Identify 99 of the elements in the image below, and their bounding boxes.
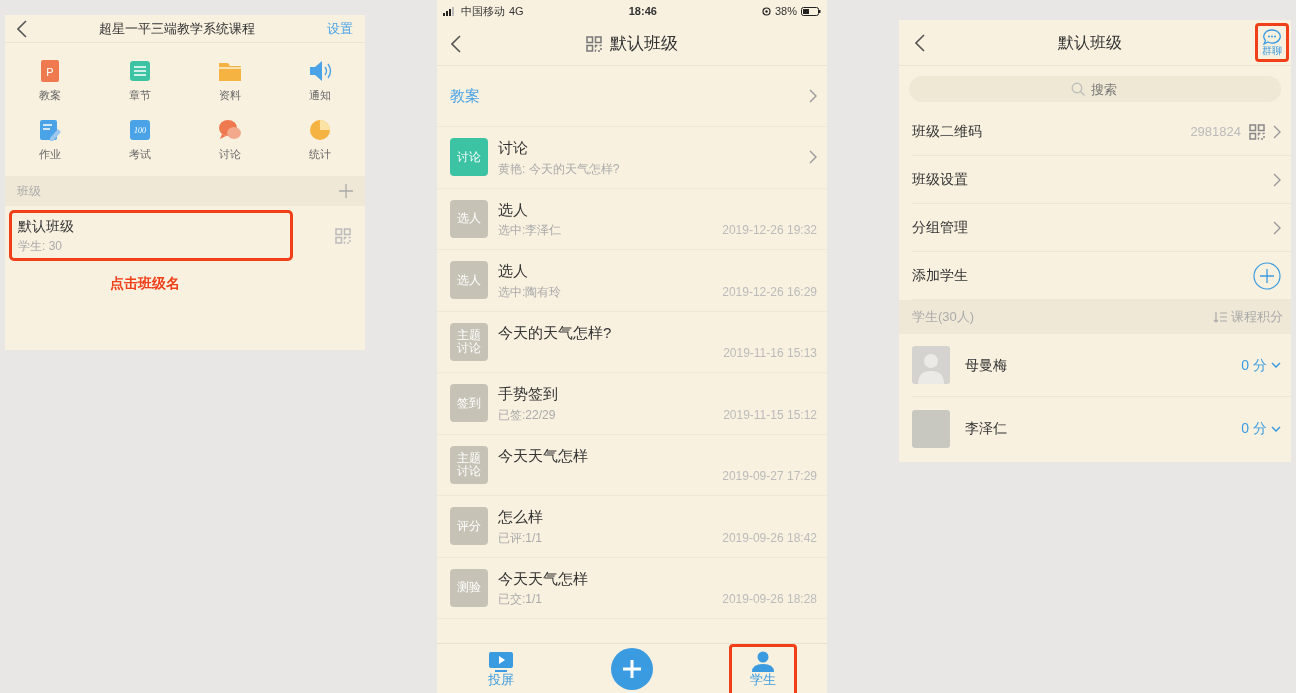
activity-type-label: 讨论 — [450, 138, 488, 177]
search-icon — [1071, 82, 1085, 96]
activity-detail: 黄艳: 今天的天气怎样? — [498, 160, 620, 178]
chevron-icon — [1273, 172, 1281, 187]
student-row[interactable]: 李泽仁 0 分 — [912, 397, 1291, 460]
caret-icon — [1271, 362, 1281, 368]
row-label: 分组管理 — [912, 218, 968, 237]
chevron-icon — [1273, 220, 1281, 235]
chevron-icon — [809, 89, 817, 103]
section-title: 班级 — [17, 183, 41, 200]
activity-type-label: 评分 — [450, 507, 488, 546]
activity-title: 今天的天气怎样? — [498, 322, 613, 343]
signal-icon — [443, 6, 457, 16]
activity-detail: 选中:陶有玲 — [498, 283, 562, 301]
settings-row[interactable]: 班级二维码 2981824 — [912, 108, 1291, 156]
activity-time: 2019-12-26 19:32 — [722, 222, 817, 239]
activity-time: 2019-11-16 15:13 — [723, 345, 817, 362]
activity-detail: 已签:22/29 — [498, 406, 556, 424]
screen-title: 默认班级 — [610, 32, 678, 55]
add-button[interactable] — [611, 647, 653, 690]
activity-time: 2019-12-26 16:29 — [722, 283, 817, 301]
activity-time: 2019-11-15 15:12 — [723, 406, 817, 424]
slides-icon: P — [38, 59, 62, 83]
screen-title: 默认班级 — [1058, 32, 1122, 53]
activity-title: 今天天气怎样 — [498, 568, 589, 589]
qr-code-icon — [586, 35, 602, 52]
activity-type-label: 选人 — [450, 199, 488, 238]
tool-button[interactable]: 作业 — [5, 117, 95, 162]
back-icon[interactable] — [17, 19, 27, 38]
activity-title: 选人 — [498, 261, 529, 281]
activity-type-label: 主题讨论 — [450, 445, 488, 484]
student-name: 母曼梅 — [965, 355, 1007, 375]
activity-row[interactable]: 选人 选人 选中:李泽仁 2019-12-26 19:32 — [437, 188, 827, 250]
tool-button[interactable]: 100 考试 — [95, 117, 185, 162]
qr-code-icon — [1249, 123, 1265, 140]
tool-button[interactable]: 章节 — [95, 59, 185, 104]
activity-type-label: 选人 — [450, 261, 488, 300]
chat-bubble-icon — [1263, 29, 1281, 45]
status-time: 18:46 — [628, 3, 657, 19]
activity-row[interactable]: 评分 怎么样 已评:1/1 2019-09-26 18:42 — [437, 496, 827, 558]
tool-button[interactable]: 通知 — [275, 59, 365, 104]
activity-type-label: 签到 — [450, 384, 488, 423]
tool-button[interactable]: 资料 — [185, 59, 275, 104]
class-item[interactable]: 默认班级 学生: 30 — [9, 210, 293, 261]
section-title: 学生(30人) — [912, 308, 975, 327]
student-name: 李泽仁 — [965, 419, 1007, 438]
activity-time: 2019-09-26 18:28 — [722, 591, 817, 608]
tool-button[interactable]: P 教案 — [5, 59, 95, 104]
battery-percent: 38% — [774, 3, 797, 19]
class-code: 2981824 — [1190, 122, 1241, 141]
activity-row[interactable]: 选人 选人 选中:陶有玲 2019-12-26 16:29 — [437, 250, 827, 312]
activity-time: 2019-09-27 17:29 — [722, 468, 817, 485]
student-row[interactable]: 母曼梅 0 分 — [912, 334, 1291, 397]
screen-cast-icon — [488, 650, 514, 673]
row-label: 班级设置 — [912, 170, 968, 189]
network-type: 4G — [509, 3, 524, 19]
sort-icon — [1213, 311, 1227, 323]
tool-button[interactable]: 统计 — [275, 117, 365, 162]
caret-icon — [1271, 425, 1281, 432]
add-circle-icon[interactable] — [1253, 261, 1281, 290]
activity-title: 怎么样 — [498, 507, 544, 527]
activity-title: 选人 — [498, 199, 529, 220]
settings-row[interactable]: 班级设置 — [912, 156, 1291, 204]
row-label: 教案 — [450, 85, 480, 106]
activity-row[interactable]: 讨论 讨论 黄艳: 今天的天气怎样? — [437, 127, 827, 189]
activity-row[interactable]: 主题讨论 今天天气怎样 2019-09-27 17:29 — [437, 434, 827, 496]
activity-type-label: 主题讨论 — [450, 322, 488, 361]
activity-title: 手势签到 — [498, 384, 559, 404]
row-label: 班级二维码 — [912, 122, 982, 141]
battery-icon — [801, 6, 821, 16]
activity-detail: 已评:1/1 — [498, 529, 542, 547]
activity-type-label: 测验 — [450, 568, 488, 607]
back-icon[interactable] — [915, 33, 925, 52]
student-count: 学生: 30 — [18, 238, 63, 255]
back-icon[interactable] — [451, 34, 461, 53]
avatar-silhouette — [912, 346, 950, 384]
person-icon — [750, 650, 776, 673]
settings-row[interactable]: 分组管理 — [912, 204, 1291, 252]
photo-placeholder — [912, 409, 950, 448]
screen-title: 超星一平三端教学系统课程 — [99, 19, 255, 38]
search-field[interactable]: 搜索 — [909, 76, 1281, 102]
activity-time: 2019-09-26 18:42 — [722, 529, 817, 547]
activity-detail: 已交:1/1 — [498, 591, 542, 608]
rotation-lock-icon — [761, 6, 771, 16]
plus-icon — [622, 658, 642, 679]
activity-detail: 选中:李泽仁 — [498, 222, 562, 239]
carrier-name: 中国移动 — [461, 3, 505, 19]
chevron-icon — [1273, 124, 1281, 139]
exam-icon: 100 — [128, 117, 152, 142]
activity-row[interactable]: 签到 手势签到 已签:22/29 2019-11-15 15:12 — [437, 373, 827, 435]
tool-button[interactable]: 讨论 — [185, 117, 275, 162]
row-label: 添加学生 — [912, 266, 968, 285]
activity-row[interactable]: 主题讨论 今天的天气怎样? 2019-11-16 15:13 — [437, 311, 827, 373]
class-name[interactable]: 默认班级 — [18, 216, 284, 237]
activity-row[interactable]: 测验 今天天气怎样 已交:1/1 2019-09-26 18:28 — [437, 557, 827, 619]
activity-title: 讨论 — [498, 138, 529, 158]
qr-code-icon — [335, 227, 351, 244]
activity-title: 今天天气怎样 — [498, 445, 589, 466]
annotation-text: 点击班级名 — [110, 274, 181, 293]
